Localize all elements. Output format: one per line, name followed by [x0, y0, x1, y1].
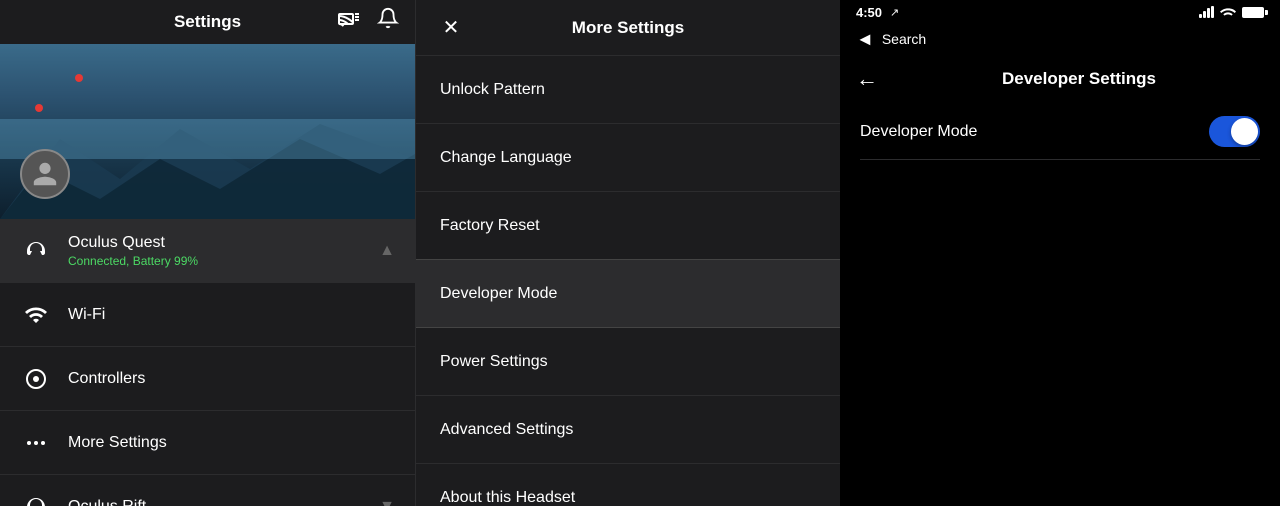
wifi-icon — [20, 299, 52, 331]
developer-mode-toggle[interactable] — [1209, 116, 1260, 147]
more-icon — [20, 427, 52, 459]
sidebar-item-wifi[interactable]: Wi-Fi — [0, 283, 415, 347]
status-bar: 4:50 ↗ — [840, 0, 1280, 24]
middle-panel: ✕ More Settings Unlock Pattern Change La… — [415, 0, 840, 506]
search-label[interactable]: Search — [882, 31, 926, 47]
controllers-label: Controllers — [68, 370, 395, 388]
developer-settings-header: ← Developer Settings — [840, 54, 1280, 104]
toggle-thumb — [1231, 118, 1258, 145]
cast-icon[interactable] — [337, 7, 361, 37]
sidebar-item-oculus-rift[interactable]: Oculus Rift ▼ — [0, 475, 415, 506]
search-back-icon: ◄ — [856, 29, 874, 50]
rift-icon — [20, 491, 52, 506]
menu-item-change-language[interactable]: Change Language — [416, 124, 840, 192]
navigation-icon: ↗ — [890, 6, 899, 19]
hero-image — [0, 44, 415, 219]
menu-item-factory-reset[interactable]: Factory Reset — [416, 192, 840, 260]
developer-mode-row: Developer Mode — [860, 104, 1260, 160]
sidebar-item-more-settings[interactable]: More Settings — [0, 411, 415, 475]
menu-item-power-settings[interactable]: Power Settings — [416, 328, 840, 396]
chevron-down-icon: ▼ — [379, 498, 395, 506]
more-settings-title: More Settings — [436, 18, 820, 38]
oculus-rift-label: Oculus Rift — [68, 498, 379, 506]
signal-bars-icon — [1199, 6, 1214, 18]
search-bar: ◄ Search — [840, 24, 1280, 54]
chevron-up-icon: ▲ — [379, 242, 395, 260]
left-header: Settings — [0, 0, 415, 44]
nav-list: Oculus Quest Connected, Battery 99% ▲ Wi… — [0, 219, 415, 506]
menu-item-developer-mode[interactable]: Developer Mode — [416, 260, 840, 328]
developer-mode-label: Developer Mode — [860, 123, 977, 141]
more-settings-label: More Settings — [68, 434, 395, 452]
right-panel: 4:50 ↗ ◄ Search ← Developer Settings — [840, 0, 1280, 506]
sidebar-item-controllers[interactable]: Controllers — [0, 347, 415, 411]
notification-dot-1 — [75, 74, 83, 82]
status-time: 4:50 — [856, 5, 882, 20]
bell-icon[interactable] — [377, 7, 399, 37]
menu-item-unlock-pattern[interactable]: Unlock Pattern — [416, 56, 840, 124]
developer-settings-content: Developer Mode — [840, 104, 1280, 506]
header-icons — [337, 7, 399, 37]
left-panel: Settings — [0, 0, 415, 506]
menu-list: Unlock Pattern Change Language Factory R… — [416, 56, 840, 506]
notification-dot-2 — [35, 104, 43, 112]
settings-title: Settings — [174, 12, 241, 32]
menu-item-about-headset[interactable]: About this Headset — [416, 464, 840, 506]
battery-icon — [1242, 7, 1264, 18]
oculus-quest-label: Oculus Quest — [68, 234, 379, 252]
menu-item-advanced-settings[interactable]: Advanced Settings — [416, 396, 840, 464]
middle-header: ✕ More Settings — [416, 0, 840, 56]
back-button[interactable]: ← — [856, 66, 878, 92]
headset-icon — [20, 235, 52, 267]
wifi-label: Wi-Fi — [68, 306, 395, 324]
close-button[interactable]: ✕ — [436, 13, 466, 43]
wifi-status-icon — [1220, 5, 1236, 20]
controller-icon — [20, 363, 52, 395]
developer-settings-title: Developer Settings — [894, 69, 1264, 89]
oculus-quest-status: Connected, Battery 99% — [68, 254, 379, 268]
sidebar-item-oculus-quest[interactable]: Oculus Quest Connected, Battery 99% ▲ — [0, 219, 415, 283]
avatar — [20, 149, 70, 199]
